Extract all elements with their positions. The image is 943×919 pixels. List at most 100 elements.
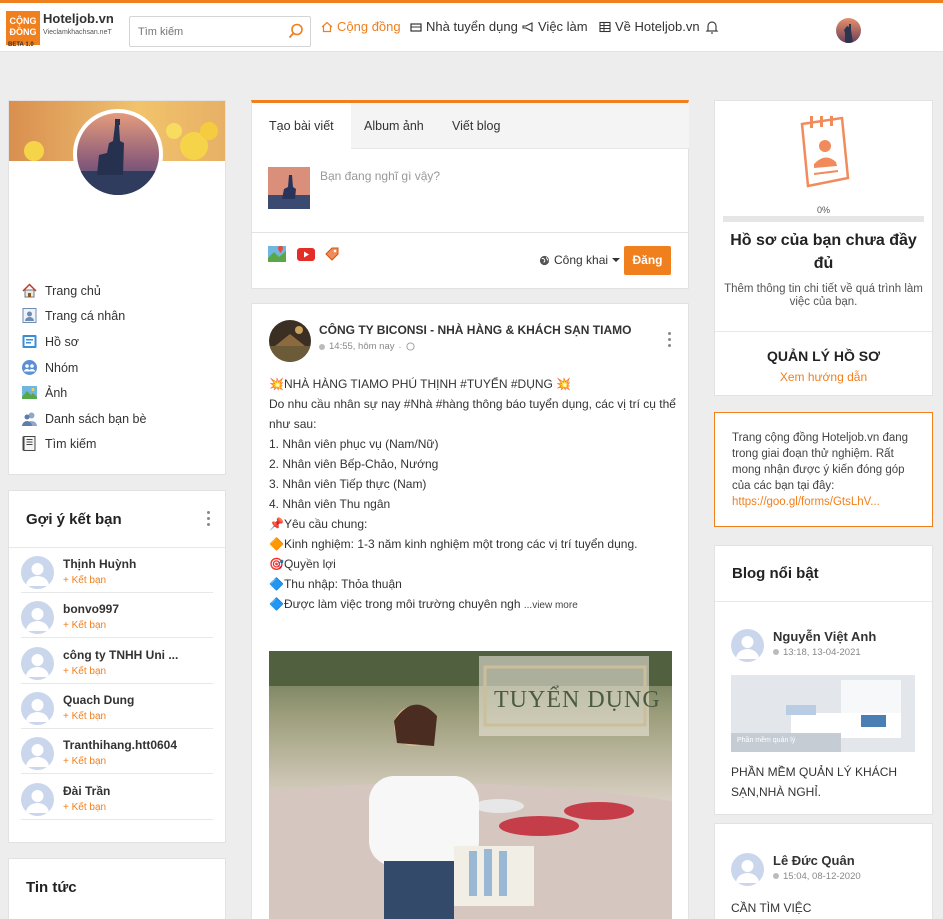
friend-avatar[interactable] [21, 691, 54, 725]
friend-avatar[interactable] [21, 601, 54, 635]
plus-icon: + [63, 756, 72, 768]
search-icon[interactable] [288, 23, 304, 42]
map-icon[interactable] [268, 245, 286, 265]
globe-icon [405, 342, 415, 351]
menu-friends[interactable]: Danh sách bạn bè [21, 410, 146, 427]
post-time: 14:55, hôm nay [329, 341, 395, 352]
add-friend-button[interactable]: + Kết bạn [63, 620, 106, 631]
friend-avatar[interactable] [21, 782, 54, 816]
friend-name[interactable]: Thịnh Huỳnh [63, 557, 136, 571]
plus-icon: + [63, 665, 72, 677]
blog-time: 13:18, 13-04-2021 [773, 647, 861, 658]
nav-jobs[interactable]: Việc làm [522, 19, 588, 34]
tab-create-post[interactable]: Tạo bài viết [252, 103, 351, 149]
add-friend-label: Kết bạn [71, 665, 107, 677]
caret-down-icon [612, 258, 621, 262]
friend-name[interactable]: Quach Dung [63, 693, 134, 707]
privacy-selector[interactable]: Công khai [539, 253, 621, 267]
add-friend-button[interactable]: + Kết bạn [63, 575, 106, 586]
manage-resume-title[interactable]: QUẢN LÝ HỒ SƠ [715, 348, 932, 364]
tab-write-blog[interactable]: Viết blog [435, 103, 517, 149]
post-line: 4. Nhân viên Thu ngân [269, 497, 391, 511]
news-card: Tin tức [8, 858, 226, 919]
composer-avatar [268, 167, 310, 209]
post-image[interactable]: TUYỂN DỤNG [269, 651, 672, 919]
tag-icon[interactable] [323, 245, 341, 266]
divider [715, 331, 932, 332]
blog-title[interactable]: CẦN TÌM VIỆC [731, 901, 915, 915]
post-line: 📌Yêu cầu chung: [269, 517, 368, 531]
nav-about-label: Về Hoteljob.vn [615, 19, 700, 34]
menu-photos-label: Ảnh [45, 385, 68, 400]
bell-icon[interactable] [705, 19, 719, 38]
view-more-link[interactable]: ...view more [524, 600, 578, 611]
add-friend-button[interactable]: + Kết bạn [63, 756, 106, 767]
menu-personal-page[interactable]: Trang cá nhân [21, 307, 125, 324]
friend-suggestion-item: công ty TNHH Uni ... + Kết bạn [21, 639, 213, 684]
profile-status-title: Hồ sơ của bạn chưa đầy đủ [730, 232, 917, 272]
friend-avatar[interactable] [21, 556, 54, 589]
blog-author-name[interactable]: Lê Đức Quân [773, 853, 855, 868]
menu-photos[interactable]: Ảnh [21, 384, 67, 401]
friend-suggestion-item: Thịnh Huỳnh + Kết bạn [21, 548, 213, 593]
nav-about[interactable]: Về Hoteljob.vn [599, 19, 700, 34]
search-input[interactable] [130, 17, 280, 46]
add-friend-button[interactable]: + Kết bạn [63, 711, 106, 722]
friend-name[interactable]: bonvo997 [63, 602, 119, 616]
menu-home[interactable]: Trang chủ [21, 282, 101, 299]
top-navigation-bar: CỘNG ĐỒNG Hoteljob.vn Vieclamkhachsan.ne… [0, 0, 943, 52]
post-author-avatar[interactable] [269, 320, 311, 362]
friend-name[interactable]: Tranthihang.htt0604 [63, 738, 177, 752]
post-author-name[interactable]: CÔNG TY BICONSI - NHÀ HÀNG & KHÁCH SẠN T… [319, 323, 631, 337]
menu-groups[interactable]: Nhóm [21, 359, 78, 376]
composer-input[interactable]: Bạn đang nghĩ gì vậy? [320, 169, 440, 183]
friend-name[interactable]: công ty TNHH Uni ... [63, 648, 178, 662]
menu-resume[interactable]: Hồ sơ [21, 333, 79, 350]
blog-item[interactable]: Lê Đức Quân 15:04, 08-12-2020 CẦN TÌM VI… [731, 853, 917, 919]
blog-thumbnail[interactable]: Phần mềm quản lý [731, 675, 915, 752]
notice-text: Trang cộng đồng Hoteljob.vn đang trong g… [732, 432, 909, 492]
feedback-link[interactable]: https://goo.gl/forms/GtsLhV... [732, 496, 880, 508]
friend-name[interactable]: Đài Trần [63, 784, 110, 798]
add-friend-button[interactable]: + Kết bạn [63, 666, 106, 677]
globe-icon [539, 255, 550, 265]
blog-item[interactable]: Nguyễn Việt Anh 13:18, 13-04-2021 Phần m… [731, 629, 917, 799]
menu-search-label: Tìm kiếm [45, 436, 97, 451]
site-logo[interactable]: CỘNG ĐỒNG Hoteljob.vn Vieclamkhachsan.ne… [6, 11, 116, 49]
blog-author-name[interactable]: Nguyễn Việt Anh [773, 629, 876, 644]
notice-card: Trang cộng đồng Hoteljob.vn đang trong g… [714, 412, 933, 527]
friend-avatar[interactable] [21, 646, 54, 680]
youtube-icon[interactable] [297, 248, 315, 264]
profile-progress-bar [723, 216, 924, 222]
menu-resume-label: Hồ sơ [45, 334, 79, 349]
divider [252, 232, 688, 233]
resume-icon [794, 114, 850, 191]
friend-suggestion-item: Đài Trần + Kết bạn [21, 775, 213, 820]
nav-community-label: Cộng đồng [337, 19, 401, 34]
post-line: 2. Nhân viên Bếp-Chảo, Nướng [269, 457, 439, 471]
post-line: như sau: [269, 417, 317, 431]
blog-title[interactable]: PHẦN MỀM QUẢN LÝ KHÁCH SẠN,NHÀ NGHỈ. [731, 762, 915, 802]
post-composer: Tạo bài viết Album ảnh Viết blog Bạn đan… [251, 100, 689, 289]
menu-search[interactable]: Tìm kiếm [21, 435, 96, 452]
friend-suggestions-title: Gợi ý kết bạn [26, 511, 122, 528]
nav-community[interactable]: Cộng đồng [321, 19, 401, 34]
user-avatar[interactable] [836, 18, 861, 43]
view-guide-link[interactable]: Xem hướng dẫn [715, 370, 932, 384]
group-icon [22, 360, 37, 375]
nav-employers[interactable]: Nhà tuyển dụng [410, 19, 518, 34]
profile-avatar[interactable] [73, 109, 163, 199]
post-options-icon[interactable] [668, 332, 672, 350]
post-button[interactable]: Đăng [624, 246, 671, 275]
tab-photo-album[interactable]: Album ảnh [347, 103, 441, 149]
menu-home-label: Trang chủ [45, 283, 101, 298]
add-friend-label: Kết bạn [71, 710, 107, 722]
more-options-icon[interactable] [207, 511, 211, 529]
menu-groups-label: Nhóm [45, 360, 79, 375]
post-line: 🔷Thu nhập: Thỏa thuận [269, 577, 402, 591]
add-friend-button[interactable]: + Kết bạn [63, 802, 106, 813]
friend-avatar[interactable] [21, 737, 54, 771]
divider [715, 601, 932, 602]
add-friend-label: Kết bạn [71, 801, 107, 813]
friend-suggestions-card: Gợi ý kết bạn Thịnh Huỳnh + Kết bạn bonvo9… [8, 490, 226, 843]
